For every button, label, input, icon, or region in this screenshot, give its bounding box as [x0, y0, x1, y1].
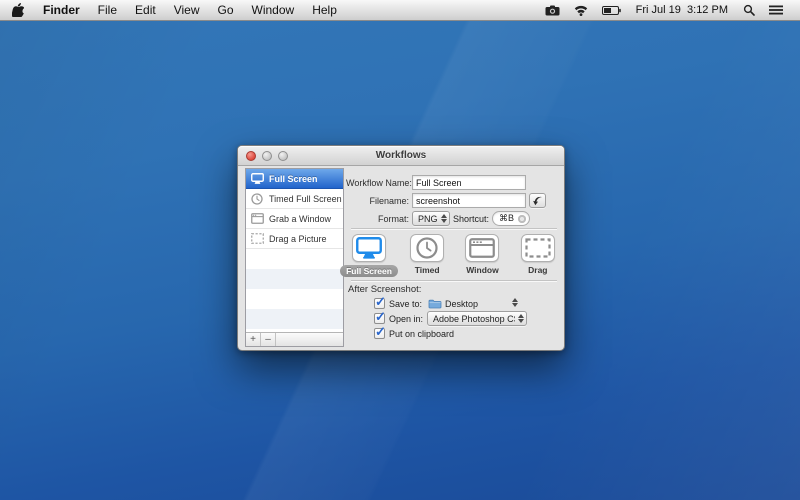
window-titlebar[interactable]: Workflows	[238, 146, 564, 166]
open-in-popup[interactable]: Adobe Photoshop CS5	[427, 311, 527, 326]
sidebar-toolbar: + –	[246, 332, 343, 346]
clipboard-checkbox[interactable]: ✓	[374, 328, 385, 339]
drag-selection-icon	[250, 233, 264, 245]
open-in-value: Adobe Photoshop CS5	[433, 314, 515, 324]
shortcut-clear-icon[interactable]	[518, 215, 526, 223]
battery-icon[interactable]	[595, 0, 628, 20]
sidebar-item-label: Grab a Window	[264, 214, 331, 224]
mode-label: Timed	[415, 265, 440, 275]
wifi-icon[interactable]	[567, 0, 595, 20]
save-to-label: Save to:	[389, 299, 422, 309]
camera-icon[interactable]	[538, 0, 567, 20]
format-label: Format:	[346, 214, 412, 224]
shortcut-value: ⌘B	[499, 213, 514, 224]
menu-item-view[interactable]: View	[165, 0, 209, 20]
checkmark-icon: ✓	[375, 324, 386, 340]
mode-full-screen-button[interactable]	[352, 234, 386, 262]
menu-bar: Finder File Edit View Go Window Help Fri…	[0, 0, 800, 21]
mode-label: Window	[466, 265, 499, 275]
mode-label: Drag	[528, 265, 547, 275]
mode-timed[interactable]: Timed	[407, 234, 447, 277]
clipboard-row: ✓ Put on clipboard	[374, 327, 454, 340]
sidebar-item-grab-a-window[interactable]: Grab a Window	[246, 209, 343, 229]
mode-drag-button[interactable]	[521, 234, 555, 262]
menu-item-edit[interactable]: Edit	[126, 0, 165, 20]
save-to-value[interactable]: Desktop	[445, 299, 478, 309]
capture-mode-buttons: Full Screen Timed Window	[346, 234, 558, 277]
apple-menu[interactable]	[0, 0, 34, 20]
drag-selection-icon	[525, 238, 551, 258]
menu-item-finder[interactable]: Finder	[34, 0, 89, 20]
open-in-label: Open in:	[389, 314, 423, 324]
workflow-list: Full Screen Timed Full Screen Grab a Win…	[246, 169, 343, 332]
filename-input[interactable]	[412, 193, 526, 208]
mode-label: Full Screen	[340, 265, 398, 277]
menu-item-window[interactable]: Window	[243, 0, 304, 20]
window-icon	[250, 213, 264, 225]
display-icon	[250, 173, 264, 185]
workflow-name-label: Workflow Name:	[346, 178, 412, 188]
mode-full-screen[interactable]: Full Screen	[346, 234, 392, 277]
workflow-sidebar: Full Screen Timed Full Screen Grab a Win…	[245, 168, 344, 347]
menu-item-file[interactable]: File	[89, 0, 126, 20]
workflow-name-row: Workflow Name:	[346, 175, 526, 190]
save-to-checkbox[interactable]: ✓	[374, 298, 385, 309]
workflows-window: Workflows Full Screen Timed Full Screen	[237, 145, 565, 351]
open-in-checkbox[interactable]: ✓	[374, 313, 385, 324]
sidebar-item-timed-full-screen[interactable]: Timed Full Screen	[246, 189, 343, 209]
filename-label: Filename:	[346, 196, 412, 206]
separator	[351, 280, 557, 282]
mode-timed-button[interactable]	[410, 234, 444, 262]
menu-bar-status: Fri Jul 19 3:12 PM	[538, 0, 800, 20]
clock-icon	[250, 193, 264, 205]
format-shortcut-row: Format: PNG Shortcut: ⌘B	[346, 211, 530, 226]
filename-row: Filename:	[346, 193, 546, 208]
menu-item-help[interactable]: Help	[303, 0, 346, 20]
separator	[351, 228, 557, 230]
token-action-icon	[532, 196, 543, 206]
menu-bar-left: Finder File Edit View Go Window Help	[0, 0, 346, 20]
spotlight-icon[interactable]	[736, 0, 762, 20]
clipboard-label: Put on clipboard	[389, 329, 454, 339]
save-to-row: ✓ Save to: Desktop	[374, 297, 478, 310]
window-title: Workflows	[238, 150, 564, 161]
apple-icon	[12, 3, 24, 17]
filename-token-button[interactable]	[529, 193, 546, 208]
format-value: PNG	[418, 214, 438, 224]
sidebar-item-drag-a-picture[interactable]: Drag a Picture	[246, 229, 343, 249]
menu-bar-clock[interactable]: Fri Jul 19 3:12 PM	[628, 4, 736, 16]
sidebar-item-label: Full Screen	[264, 174, 318, 184]
sidebar-item-full-screen[interactable]: Full Screen	[246, 169, 343, 189]
folder-icon	[428, 298, 442, 309]
mode-drag[interactable]: Drag	[518, 234, 558, 277]
stepper-arrows-icon	[441, 214, 447, 223]
shortcut-label: Shortcut:	[450, 214, 492, 224]
checkmark-icon: ✓	[375, 309, 386, 325]
clock-icon	[416, 237, 438, 259]
mode-window-button[interactable]	[465, 234, 499, 262]
open-in-row: ✓ Open in: Adobe Photoshop CS5	[374, 312, 527, 325]
checkmark-icon: ✓	[375, 294, 386, 310]
save-to-stepper-icon[interactable]	[512, 298, 518, 307]
notification-list-icon[interactable]	[762, 0, 790, 20]
display-icon	[356, 237, 382, 259]
menu-item-go[interactable]: Go	[209, 0, 243, 20]
sidebar-item-label: Drag a Picture	[264, 234, 327, 244]
sidebar-item-label: Timed Full Screen	[264, 194, 342, 204]
add-workflow-button[interactable]: +	[246, 333, 261, 346]
window-icon	[469, 238, 495, 258]
remove-workflow-button[interactable]: –	[261, 333, 276, 346]
workflow-detail-panel: Workflow Name: Filename: Format: PNG Sho…	[346, 168, 558, 347]
shortcut-field[interactable]: ⌘B	[492, 211, 530, 226]
stepper-arrows-icon	[518, 314, 524, 323]
format-popup[interactable]: PNG	[412, 211, 450, 226]
mode-window[interactable]: Window	[462, 234, 502, 277]
workflow-name-input[interactable]	[412, 175, 526, 190]
